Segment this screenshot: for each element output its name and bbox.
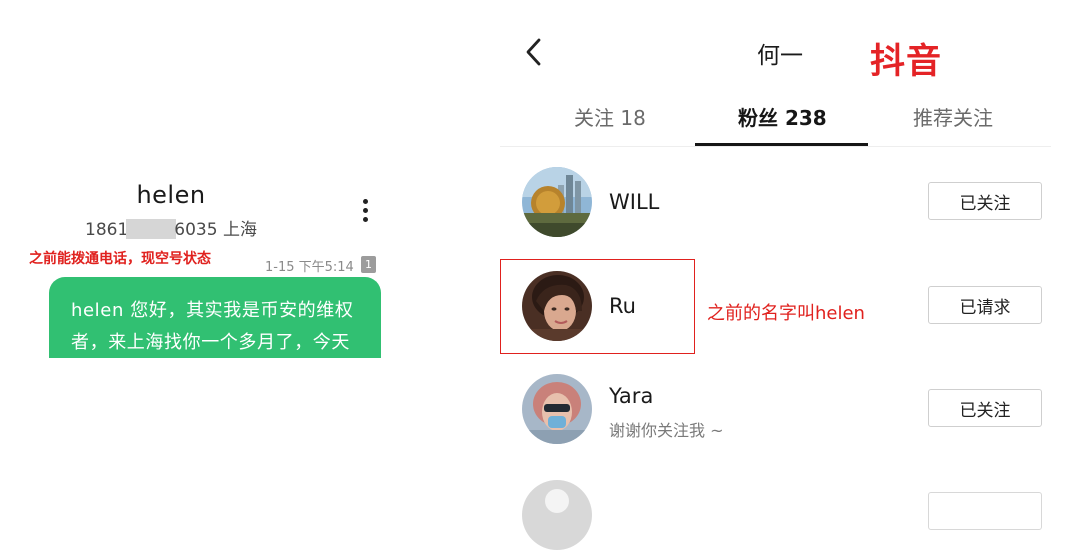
message-text-line: helen 您好，其实我是币安的维权 bbox=[71, 300, 354, 321]
sms-panel: helen 1861 6035 上海 之前能拨通电话，现空号状态 1-15 下午5… bbox=[0, 0, 400, 500]
contact-location: 上海 bbox=[222, 220, 257, 240]
building-avatar[interactable] bbox=[522, 167, 592, 237]
user-name: Yara bbox=[609, 384, 654, 408]
sim-slot-badge: 1 bbox=[361, 256, 376, 273]
tab-recommended[interactable]: 推荐关注 bbox=[913, 102, 993, 131]
douyin-followers-panel: 何一 抖音 关注 18 粉丝 238 推荐关注 WILL 已关注 Ru 已请求 … bbox=[500, 0, 1069, 550]
partial-follow-button[interactable] bbox=[928, 492, 1042, 530]
message-timestamp: 1-15 下午5:14 bbox=[265, 260, 354, 275]
requested-button[interactable]: 已请求 bbox=[928, 286, 1042, 324]
contact-info: 1861 6035 上海 bbox=[0, 215, 342, 240]
highlight-box bbox=[500, 259, 695, 354]
douyin-brand-label: 抖音 bbox=[870, 42, 943, 82]
more-options-icon[interactable] bbox=[350, 195, 380, 225]
tab-divider bbox=[500, 146, 1051, 147]
contact-name: helen bbox=[136, 181, 206, 209]
default-avatar-icon[interactable] bbox=[522, 480, 592, 550]
annotation-right: 之前的名字叫helen bbox=[707, 303, 865, 324]
following-button[interactable]: 已关注 bbox=[928, 389, 1042, 427]
user-name: WILL bbox=[609, 190, 660, 214]
list-item[interactable]: WILL 已关注 bbox=[500, 157, 1069, 247]
tab-following[interactable]: 关注 18 bbox=[574, 102, 646, 131]
annotation-left: 之前能拨通电话，现空号状态 bbox=[29, 251, 211, 267]
phone-redaction bbox=[126, 219, 177, 239]
woman-sunglasses-avatar[interactable] bbox=[522, 374, 592, 444]
user-bio: 谢谢你关注我 ~ bbox=[609, 421, 724, 440]
phone-prefix: 1861 bbox=[85, 220, 129, 240]
back-arrow-icon[interactable] bbox=[520, 36, 550, 68]
phone-suffix: 6035 bbox=[174, 220, 218, 240]
message-bubble[interactable]: helen 您好，其实我是币安的维权 者，来上海找你一个多月了，今天 bbox=[49, 277, 381, 358]
page-title: 何一 bbox=[757, 43, 803, 69]
tab-fans[interactable]: 粉丝 238 bbox=[738, 102, 827, 131]
list-item[interactable]: Yara 谢谢你关注我 ~ 已关注 bbox=[500, 364, 1069, 454]
message-text-line: 者，来上海找你一个多月了，今天 bbox=[71, 332, 350, 353]
following-button[interactable]: 已关注 bbox=[928, 182, 1042, 220]
